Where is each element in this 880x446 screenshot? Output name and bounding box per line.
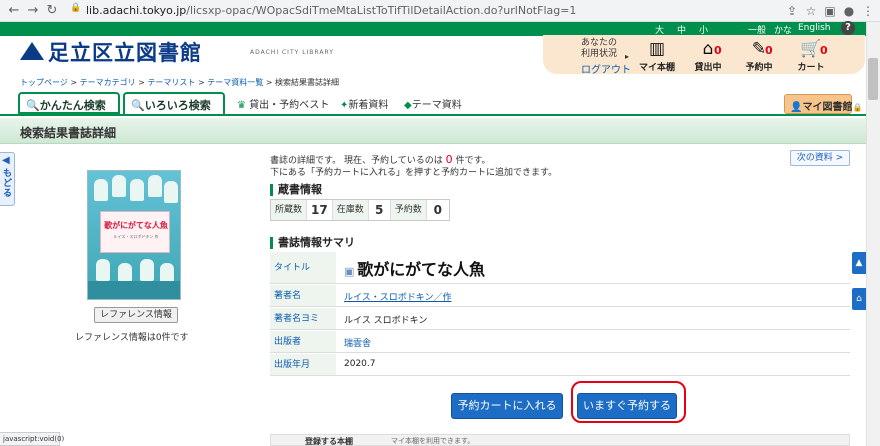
reference-count-text: レファレンス情報は0件です [75,333,189,343]
browser-status-bar: javascript:void(0) [0,432,64,446]
link-theme-items[interactable]: ◆テーマ資料 [404,96,462,111]
user-status-panel: あなたの 利用状況 ▸ ログアウト ▥ マイ本棚 ⌂ 0 貸出中 ✎ 0 予約中 🛒… [543,35,865,76]
year-value: 2020.7 [344,359,376,369]
link-best[interactable]: ♛ 貸出・予約ベスト [237,96,329,111]
cover-subtitle: ルイス・スロボドキン 作 [113,234,159,239]
lock-icon: 🔒 [70,3,82,13]
scroll-top-icon[interactable]: ▲ [852,252,866,274]
tab-various-search[interactable]: 🔍いろいろ検索 [123,92,225,115]
browser-toolbar: ← → ↻ 🔒 lib.adachi.tokyo.jp/licsxp-opac/… [0,0,880,22]
tab-underline [0,114,866,116]
reload-icon[interactable]: ↻ [44,3,60,19]
book-title: 歌がにがてな人魚 [357,260,485,279]
breadcrumb: トップページ > テーマカテゴリ > テーマリスト > テーマ資料一覧 > 検索… [20,78,340,87]
person-icon: 👤 [790,102,803,113]
breadcrumb-theme-items[interactable]: テーマ資料一覧 [207,78,263,87]
link-new-items[interactable]: ✦新着資料 [340,96,388,111]
summary-row-title: タイトル ▣ 歌がにがてな人魚 [270,252,850,284]
reserved-count-inline: 0 [445,153,453,166]
address-bar[interactable]: 🔒 lib.adachi.tokyo.jp/licsxp-opac/WOpacS… [70,2,770,20]
holdings-reserved-value: 0 [426,200,449,220]
cart-icon: 🛒 0 [786,38,836,60]
site-logo-subtitle: ADACHI CITY LIBRARY [250,49,334,56]
forward-arrow-icon[interactable]: → [25,3,41,19]
summary-row-author: 著者名 ルイス・スロボドキン／作 [270,285,850,307]
lock-icon: 🔒 [852,103,863,112]
next-item-button[interactable]: 次の資料 > [790,150,850,166]
top-utility-bar: 大 中 小 一般 かな English [0,22,866,36]
summary-row-publisher: 出版者 瑞雲舎 [270,331,850,353]
help-icon[interactable]: ? [841,21,855,35]
author-link[interactable]: ルイス・スロボドキン／作 [344,290,451,303]
summary-heading: 書誌情報サマリ [270,237,355,249]
reserve-now-button[interactable]: いますぐ予約する [577,393,677,419]
book-cover-image: 歌がにがてな人魚 ルイス・スロボドキン 作 [87,170,181,300]
library-logo-icon [20,42,44,60]
magnifier-icon: 🔍 [131,99,145,112]
bookshelf-register-section: 登録する本棚 マイ本棚を利用できます。 [270,434,850,446]
menu-kebab-icon[interactable]: ⋮ [860,3,876,19]
intro-text: 書誌の詳細です。 現在、予約しているのは 0 件です。 下にある「予約カートに入… [270,153,558,179]
cover-title: 歌がにがてな人魚 [104,221,168,230]
breadcrumb-theme-list[interactable]: テーマリスト [147,78,195,87]
holdings-reserved-label: 予約数 [390,200,427,220]
bookshelf-register-sub: マイ本棚を利用できます。 [391,437,475,445]
add-to-cart-button[interactable]: 予約カートに入れる [451,393,563,419]
author-yomi-value: ルイス スロボドキン [344,316,428,326]
tag-icon: ◆ [404,100,412,111]
holdings-table: 所蔵数 17 在庫数 5 予約数 0 [270,199,450,221]
publisher-value[interactable]: 瑞雲舎 [344,336,371,349]
ribbon-icon: ♛ [237,100,246,111]
my-library-button[interactable]: 👤マイ図書館🔒 [784,94,862,114]
scrollbar-thumb[interactable] [868,58,878,100]
reservation-icon: ✎ 0 [734,38,784,60]
page-title: 検索結果書誌詳細 [20,126,117,140]
breadcrumb-current: 検索結果書誌詳細 [275,78,340,87]
reserved-button[interactable]: ✎ 0 予約中 [734,38,784,73]
breadcrumb-theme-category[interactable]: テーマカテゴリ [80,78,136,87]
reference-info-button[interactable]: レファレンス情報 [94,307,178,323]
side-panel-icon[interactable]: ▣ [822,3,838,19]
logout-link[interactable]: ログアウト [581,61,631,76]
bookshelf-register-title: 登録する本棚 [305,437,353,446]
arrow-left-icon: ◀ [2,155,10,166]
user-status-label: あなたの 利用状況 ▸ [580,38,630,61]
magnifier-icon: 🔍 [26,99,40,112]
site-logo[interactable]: 足立区立図書館 [48,37,202,67]
my-bookshelf-button[interactable]: ▥ マイ本棚 [632,38,682,73]
share-icon[interactable]: ⇪ [784,3,800,19]
tab-easy-search[interactable]: 🔍かんたん検索 [18,92,120,114]
back-tab[interactable]: ◀ もどる [0,152,15,206]
book-icon: ▣ [344,265,355,278]
reserved-count: 0 [765,44,773,57]
holdings-heading: 蔵書情報 [270,184,322,196]
back-label: もどる [3,169,13,199]
holdings-total-label: 所蔵数 [271,200,308,220]
summary-row-year: 出版年月 2020.7 [270,354,850,376]
bookmark-star-icon[interactable]: ☆ [803,3,819,19]
cart-count: 0 [820,44,828,57]
borrowing-button[interactable]: ⌂ 0 貸出中 [683,38,733,73]
breadcrumb-top[interactable]: トップページ [20,78,68,87]
back-arrow-icon[interactable]: ← [6,3,22,19]
holdings-instock-value: 5 [368,200,391,220]
profile-icon[interactable]: ● [841,3,857,19]
home-icon[interactable]: ⌂ [852,288,866,310]
borrowing-count: 0 [714,44,722,57]
house-icon: ⌂ 0 [683,38,733,60]
holdings-total-value: 17 [307,200,333,220]
summary-row-author-yomi: 著者名ヨミ ルイス スロボドキン [270,308,850,330]
bookshelf-icon: ▥ [648,39,666,59]
lang-english[interactable]: English [798,23,831,33]
cart-button[interactable]: 🛒 0 カート [786,38,836,73]
url-text: lib.adachi.tokyo.jp/licsxp-opac/WOpacSdi… [86,4,577,17]
page-title-bar: 検索結果書誌詳細 [0,118,866,144]
holdings-instock-label: 在庫数 [332,200,369,220]
